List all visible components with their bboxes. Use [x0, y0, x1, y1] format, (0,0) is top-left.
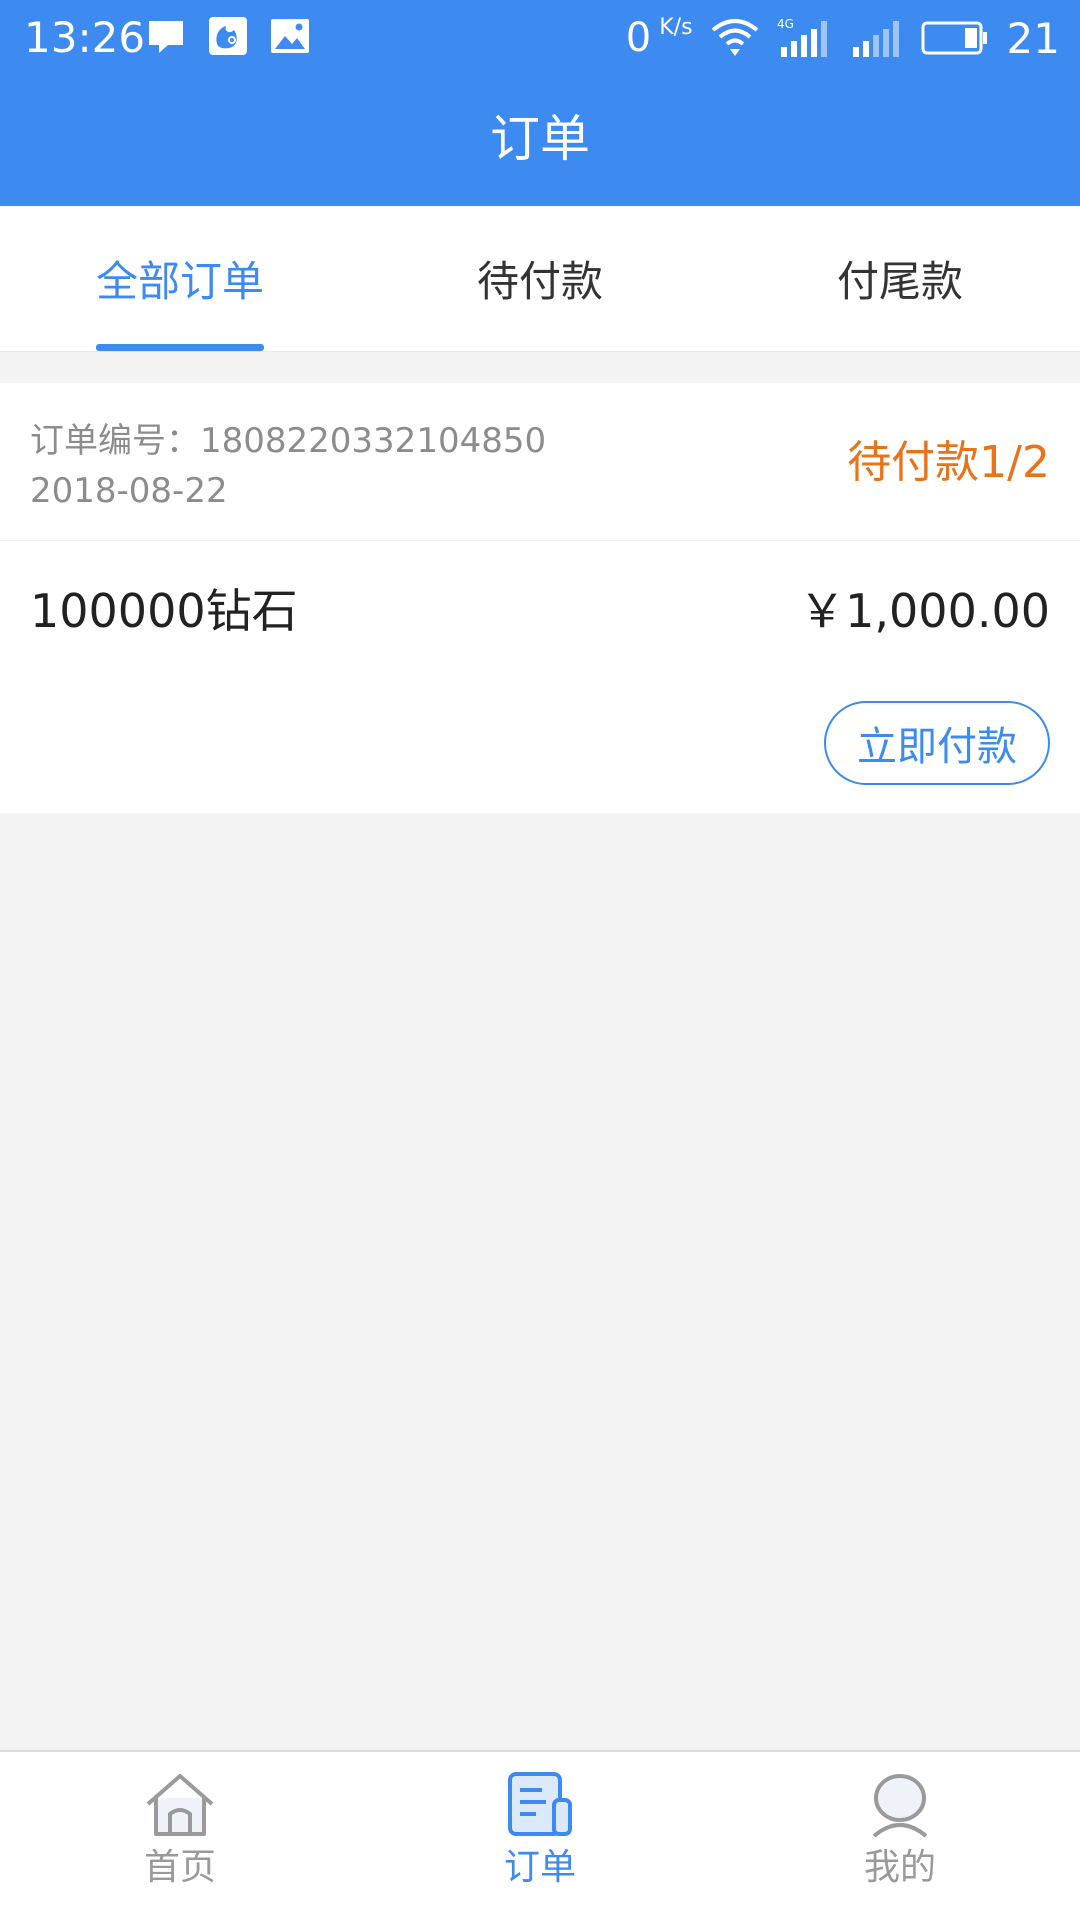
order-number: 订单编号：1808220332104850: [30, 421, 547, 461]
notification-icons: [146, 16, 310, 56]
order-icon: [508, 1772, 572, 1836]
order-body: 100000钻石 ￥1,000.00 立即付款: [0, 541, 1080, 813]
tab-pending-payment[interactable]: 待付款: [360, 206, 720, 351]
order-status: 待付款1/2: [847, 437, 1050, 488]
signal-icon: [852, 21, 899, 57]
tab-label: 全部订单: [95, 257, 264, 306]
wifi-icon: [711, 19, 758, 56]
nav-orders[interactable]: 订单: [360, 1752, 720, 1920]
battery-level: 21: [1006, 13, 1060, 63]
app-header: 13:26 0 K/s 4G 21 订单: [0, 0, 1080, 206]
tab-label: 付尾款: [836, 257, 963, 306]
net-speed-value: 0: [625, 15, 652, 61]
message-icon: [149, 21, 183, 53]
order-screen: 13:26 0 K/s 4G 21 订单 全部订单 待付款 付尾款 订单编号：1…: [0, 0, 1080, 1920]
tab-final-payment[interactable]: 付尾款: [720, 206, 1080, 351]
order-header: 订单编号：1808220332104850 2018-08-22 待付款1/2: [0, 383, 1080, 541]
nav-home[interactable]: 首页: [0, 1752, 360, 1920]
order-card[interactable]: 订单编号：1808220332104850 2018-08-22 待付款1/2 …: [0, 383, 1080, 813]
tab-active-indicator: [96, 344, 264, 351]
tab-all-orders[interactable]: 全部订单: [0, 206, 360, 351]
gallery-icon: [271, 19, 309, 53]
nav-label: 我的: [863, 1847, 936, 1888]
tab-label: 待付款: [476, 257, 603, 306]
page-title: 订单: [490, 110, 590, 168]
status-right: 0 K/s 4G 21: [626, 10, 1060, 66]
net-speed-unit: K/s: [659, 15, 693, 40]
status-bar: 13:26 0 K/s 4G 21: [0, 0, 1080, 76]
nav-profile[interactable]: 我的: [720, 1752, 1080, 1920]
uc-browser-icon: [209, 17, 247, 55]
battery-icon: [921, 21, 987, 55]
signal-4g-icon: 4G: [777, 17, 827, 57]
product-price: ￥1,000.00: [799, 584, 1050, 638]
order-tabs: 全部订单 待付款 付尾款: [0, 206, 1080, 352]
nav-label: 订单: [503, 1847, 576, 1888]
order-date: 2018-08-22: [30, 471, 228, 511]
home-icon: [146, 1774, 214, 1836]
product-name: 100000钻石: [30, 584, 298, 638]
nav-label: 首页: [143, 1847, 216, 1888]
net-speed: 0 K/s: [626, 15, 693, 61]
bottom-nav: 首页 订单 我的: [0, 1750, 1080, 1920]
profile-icon: [872, 1774, 928, 1838]
pay-now-button[interactable]: 立即付款: [824, 701, 1050, 785]
status-time: 13:26: [24, 13, 146, 62]
network-type-label: 4G: [777, 17, 794, 31]
